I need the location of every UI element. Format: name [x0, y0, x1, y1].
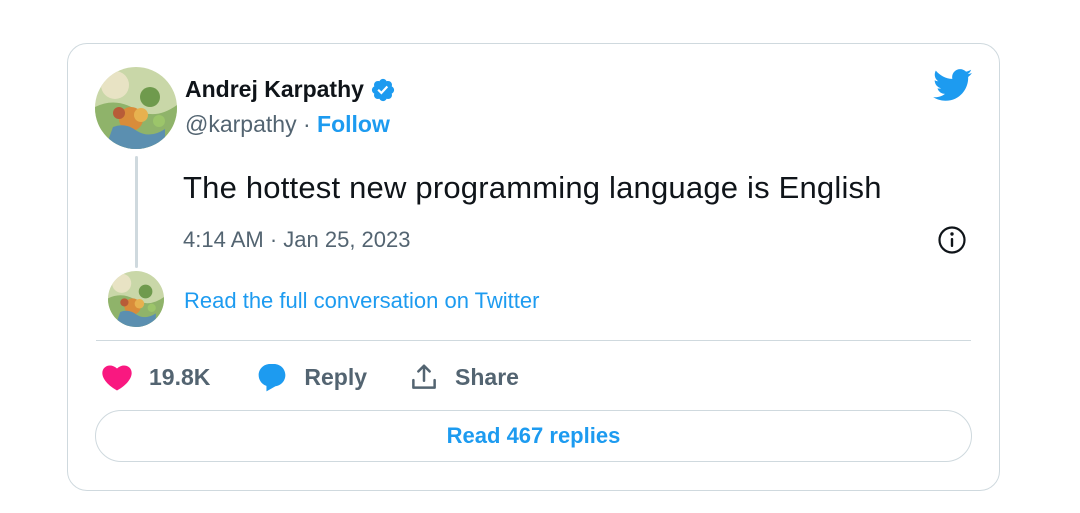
share-upload-icon [412, 364, 436, 389]
twitter-bird-icon[interactable] [933, 69, 973, 102]
handle-separator: · [296, 111, 318, 137]
like-button[interactable]: 19.8K [101, 363, 210, 391]
conversation-avatar[interactable] [108, 271, 164, 327]
divider [96, 340, 971, 341]
author-avatar[interactable] [95, 67, 177, 149]
thread-line [135, 156, 138, 268]
author-handle-row: @karpathy · Follow [185, 111, 390, 138]
read-replies-button[interactable]: Read 467 replies [95, 410, 972, 462]
tweet-text: The hottest new programming language is … [183, 170, 882, 205]
reply-label: Reply [304, 363, 368, 390]
like-count: 19.8K [149, 363, 211, 390]
heart-icon [102, 365, 132, 391]
author-handle[interactable]: @karpathy [185, 111, 297, 137]
reply-button[interactable]: Reply [256, 362, 367, 392]
info-icon[interactable] [937, 225, 967, 255]
tweet-card: Andrej Karpathy @karpathy · Follow The h… [67, 43, 1000, 491]
author-name-row: Andrej Karpathy [185, 76, 396, 103]
tweet-timestamp[interactable]: 4:14 AM · Jan 25, 2023 [183, 227, 411, 253]
share-label: Share [455, 363, 519, 390]
author-name[interactable]: Andrej Karpathy [185, 76, 364, 103]
action-bar: 19.8K Reply Share [101, 359, 519, 395]
read-conversation-link[interactable]: Read the full conversation on Twitter [184, 288, 539, 314]
verified-badge-icon [371, 78, 395, 101]
follow-button[interactable]: Follow [317, 111, 390, 137]
share-button[interactable]: Share [409, 362, 519, 392]
speech-bubble-icon [259, 363, 286, 392]
